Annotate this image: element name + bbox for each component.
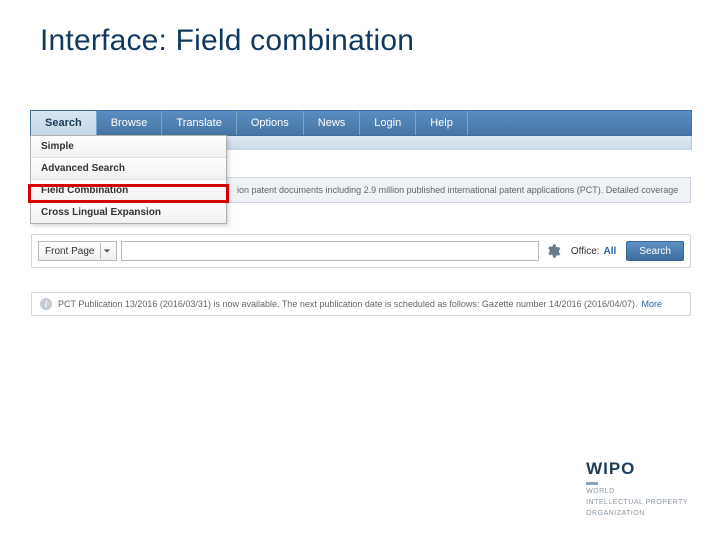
- chevron-down-icon: [100, 243, 112, 259]
- office-label: Office:: [571, 246, 600, 257]
- dropdown-item-cross-lingual[interactable]: Cross Lingual Expansion: [31, 202, 226, 223]
- dropdown-item-field-combination[interactable]: Field Combination: [31, 180, 226, 202]
- nav-help[interactable]: Help: [416, 111, 468, 135]
- nav-translate[interactable]: Translate: [162, 111, 236, 135]
- search-button[interactable]: Search: [626, 241, 684, 261]
- info-icon: i: [40, 298, 52, 310]
- main-navbar: Search Browse Translate Options News Log…: [30, 110, 692, 136]
- nav-options[interactable]: Options: [237, 111, 304, 135]
- search-bar: Front Page Office: All Search: [31, 234, 691, 268]
- wipo-sub2: INTELLECTUAL PROPERTY: [586, 498, 688, 507]
- wipo-brand: WIPO: [586, 459, 688, 479]
- search-dropdown: Simple Advanced Search Field Combination…: [30, 135, 227, 224]
- search-input[interactable]: [121, 241, 538, 261]
- notice-more-link[interactable]: More: [642, 299, 663, 309]
- dropdown-item-advanced-search[interactable]: Advanced Search: [31, 158, 226, 180]
- notice-text: PCT Publication 13/2016 (2016/03/31) is …: [58, 299, 638, 309]
- wipo-sub3: ORGANIZATION: [586, 509, 688, 518]
- wipo-sub1: WORLD: [586, 487, 688, 496]
- gear-icon[interactable]: [545, 243, 561, 259]
- nav-login[interactable]: Login: [360, 111, 416, 135]
- nav-search[interactable]: Search: [31, 111, 97, 135]
- office-value[interactable]: All: [604, 246, 617, 257]
- nav-browse[interactable]: Browse: [97, 111, 163, 135]
- wipo-bar: [586, 482, 598, 485]
- footer-logo: WIPO WORLD INTELLECTUAL PROPERTY ORGANIZ…: [586, 459, 688, 518]
- slide-title: Interface: Field combination: [0, 0, 720, 58]
- nav-news[interactable]: News: [304, 111, 361, 135]
- description-text: ion patent documents including 2.9 milli…: [237, 185, 678, 195]
- notice-bar: i PCT Publication 13/2016 (2016/03/31) i…: [31, 292, 691, 316]
- dropdown-item-simple[interactable]: Simple: [31, 136, 226, 158]
- field-select-value: Front Page: [45, 246, 94, 257]
- field-select[interactable]: Front Page: [38, 241, 117, 261]
